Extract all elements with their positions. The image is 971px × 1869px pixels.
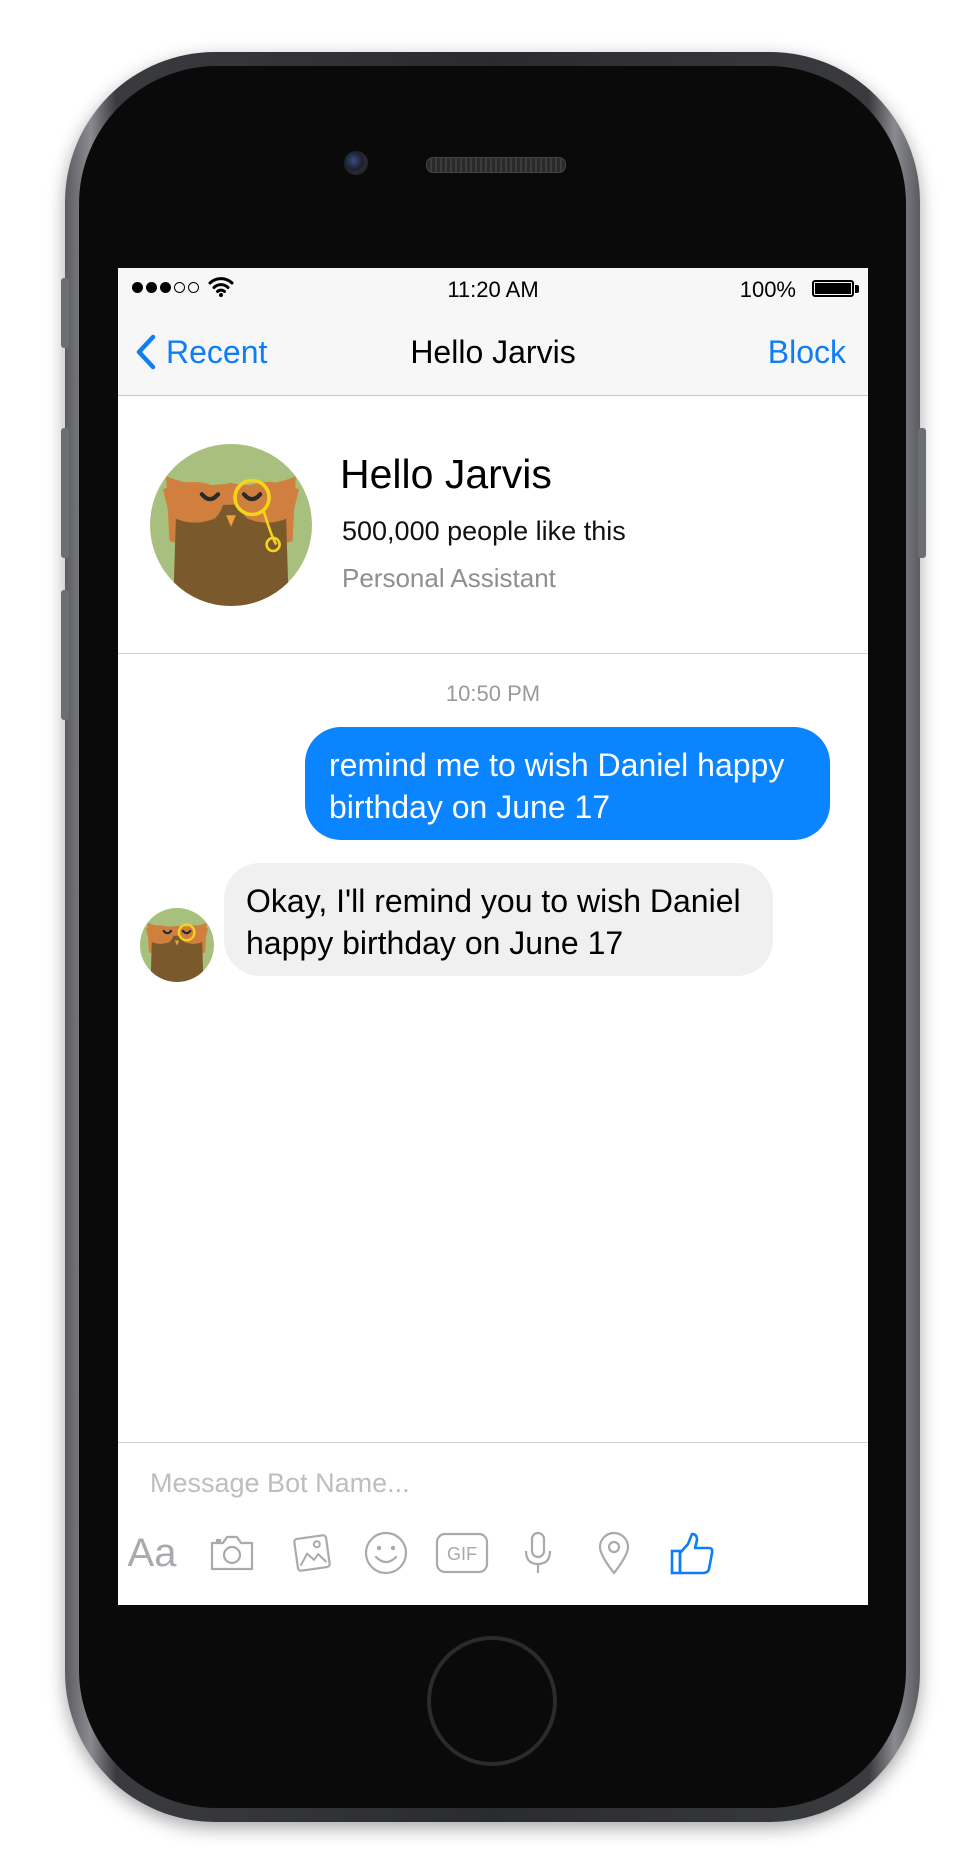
profile-name: Hello Jarvis: [340, 451, 552, 497]
message-input[interactable]: [150, 1463, 830, 1503]
svg-text:GIF: GIF: [447, 1544, 477, 1564]
home-button[interactable]: [427, 1636, 557, 1766]
photo-gallery-icon: [293, 1534, 331, 1572]
volume-down-button: [61, 590, 69, 720]
status-bar: 11:20 AM 100%: [118, 268, 868, 308]
owl-avatar-icon[interactable]: [150, 444, 312, 606]
message-timestamp: 10:50 PM: [445, 681, 541, 706]
earpiece-speaker: [426, 157, 566, 173]
thumbs-up-icon: [670, 1532, 714, 1575]
front-camera: [344, 151, 368, 175]
bot-profile-header: Hello Jarvis 500,000 people like this Pe…: [118, 396, 868, 654]
emoji-button[interactable]: [354, 1521, 418, 1585]
battery-percentage: 100%: [739, 277, 796, 302]
message-composer: Aa: [118, 1442, 868, 1605]
messenger-screen: 11:20 AM 100% Recent Hello Jarvis Block: [118, 268, 868, 1605]
mute-switch: [61, 278, 69, 348]
microphone-icon: [524, 1531, 552, 1573]
incoming-message-bubble[interactable]: Okay, I'll remind you to wish Daniel hap…: [224, 863, 773, 976]
emoji-icon: [364, 1531, 408, 1575]
profile-category: Personal Assistant: [342, 563, 556, 593]
back-button-label: Recent: [166, 333, 268, 370]
gif-button[interactable]: GIF: [430, 1521, 494, 1585]
battery-icon: [812, 280, 854, 297]
back-button[interactable]: Recent: [136, 330, 267, 374]
location-button[interactable]: [582, 1521, 646, 1585]
navigation-bar: Recent Hello Jarvis Block: [118, 308, 868, 396]
gif-icon: GIF: [435, 1532, 489, 1574]
battery-tip: [855, 285, 859, 293]
volume-up-button: [61, 428, 69, 558]
photo-gallery-button[interactable]: [280, 1521, 344, 1585]
profile-likes-count: 500,000 people like this: [342, 516, 626, 546]
block-button[interactable]: Block: [768, 334, 846, 371]
camera-icon: [210, 1535, 254, 1571]
camera-button[interactable]: [200, 1521, 264, 1585]
like-button[interactable]: [660, 1521, 724, 1585]
power-button: [918, 428, 926, 558]
outgoing-message-bubble[interactable]: remind me to wish Daniel happy birthday …: [305, 727, 830, 840]
bot-avatar-icon[interactable]: [140, 908, 214, 982]
back-chevron-icon: [136, 334, 156, 370]
composer-toolbar: Aa GIF: [118, 1521, 868, 1585]
location-pin-icon: [598, 1531, 630, 1575]
voice-record-button[interactable]: [506, 1521, 570, 1585]
text-format-button[interactable]: Aa: [120, 1521, 184, 1585]
